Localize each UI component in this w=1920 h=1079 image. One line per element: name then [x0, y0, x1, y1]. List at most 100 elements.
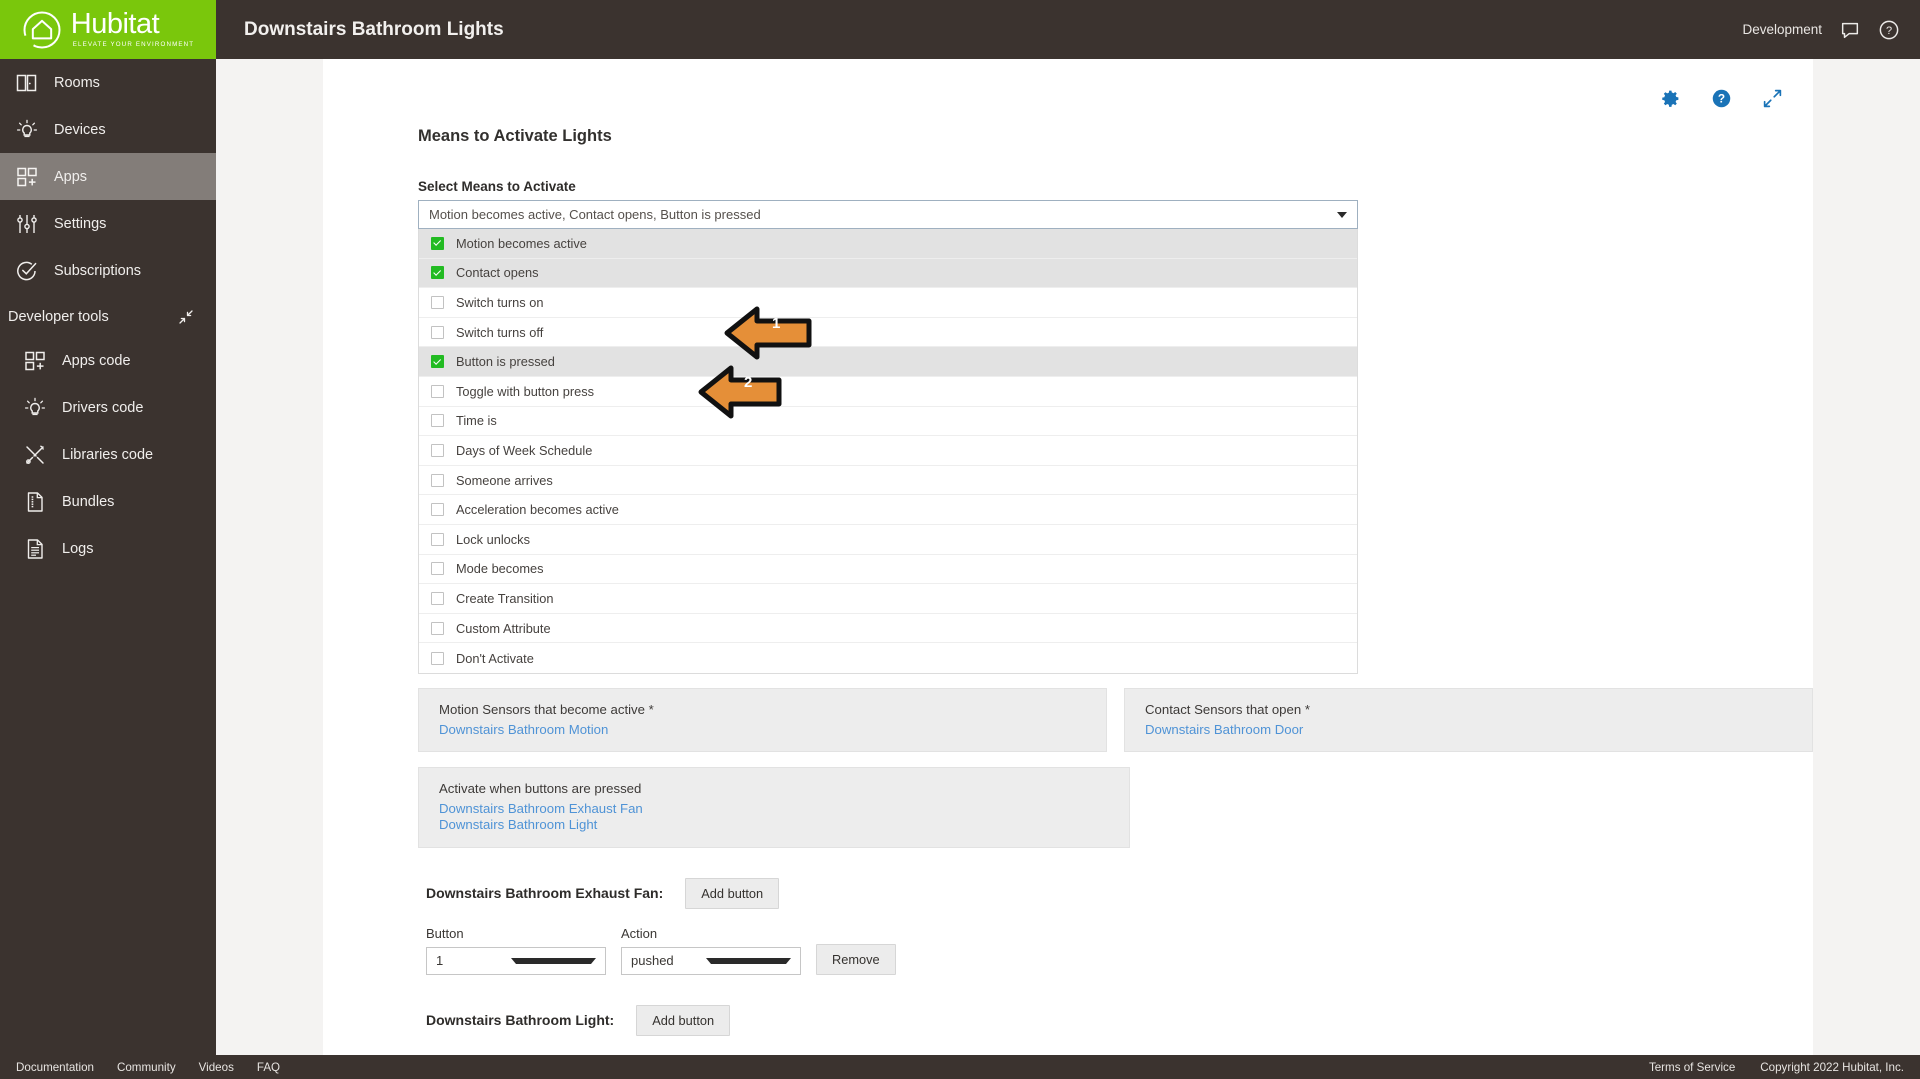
option-row[interactable]: Time is [419, 407, 1357, 437]
checkbox-unchecked-icon[interactable] [431, 651, 444, 665]
means-to-activate-select[interactable]: Motion becomes active, Contact opens, Bu… [418, 200, 1358, 229]
fullscreen-icon[interactable] [1762, 88, 1783, 109]
option-row[interactable]: Contact opens [419, 258, 1357, 289]
checkbox-unchecked-icon[interactable] [431, 532, 444, 546]
developer-tools-header[interactable]: Developer tools [0, 297, 216, 337]
sidebar-item-label: Drivers code [62, 399, 144, 416]
checkbox-unchecked-icon[interactable] [431, 621, 444, 635]
device-link[interactable]: Downstairs Bathroom Door [1145, 722, 1812, 738]
sidebar-item-label: Logs [62, 540, 94, 557]
option-label: Days of Week Schedule [456, 442, 593, 458]
panel-title: Motion Sensors that become active * [439, 701, 654, 717]
option-label: Create Transition [456, 590, 554, 606]
option-row[interactable]: Mode becomes [419, 555, 1357, 585]
option-row[interactable]: Motion becomes active [419, 229, 1357, 259]
brand-name: Hubitat [70, 8, 160, 41]
chevron-down-icon [706, 957, 791, 964]
option-label: Contact opens [456, 265, 539, 281]
collapse-arrows-icon[interactable] [178, 309, 194, 325]
main-content: ? Means to Activate Lights Select Means … [216, 59, 1920, 1079]
action-value: pushed [631, 953, 674, 969]
motion-sensors-panel[interactable]: Motion Sensors that become active * Down… [418, 687, 1107, 753]
footer-link[interactable]: Community [117, 1061, 176, 1074]
means-to-activate-option-list[interactable]: Motion becomes active Contact opens Switch… [418, 229, 1358, 674]
sidebar-item-rooms[interactable]: Rooms [0, 59, 216, 106]
chevron-down-icon [1337, 211, 1347, 218]
button-number-select[interactable]: 1 [426, 946, 606, 975]
option-label: Don't Activate [456, 650, 534, 666]
config-device-title: Downstairs Bathroom Light: [426, 1012, 615, 1029]
footer-links: Documentation Community Videos FAQ [16, 1061, 280, 1074]
option-row[interactable]: Don't Activate [419, 643, 1357, 673]
button-config-exhaust-fan: Downstairs Bathroom Exhaust Fan: Add but… [426, 877, 1813, 975]
action-select[interactable]: pushed [621, 946, 801, 975]
environment-label: Development [1742, 22, 1822, 37]
option-row[interactable]: Custom Attribute [419, 614, 1357, 644]
button-number-value: 1 [436, 953, 444, 969]
sidebar-item-apps[interactable]: Apps [0, 153, 216, 200]
footer-link[interactable]: Documentation [16, 1061, 94, 1074]
sidebar-item-libraries-code[interactable]: Libraries code [0, 431, 216, 478]
checkbox-unchecked-icon[interactable] [431, 562, 444, 576]
add-button-button[interactable]: Add button [685, 877, 780, 909]
apps-grid-icon [14, 164, 39, 189]
sidebar-item-label: Apps code [62, 352, 131, 369]
sidebar-item-subscriptions[interactable]: Subscriptions [0, 247, 216, 294]
footer-link[interactable]: FAQ [257, 1061, 280, 1074]
sidebar-item-label: Libraries code [62, 446, 154, 463]
remove-button[interactable]: Remove [816, 943, 896, 975]
sidebar-item-settings[interactable]: Settings [0, 200, 216, 247]
option-row[interactable]: Button is pressed [419, 347, 1357, 377]
checkbox-checked-icon[interactable] [431, 355, 444, 369]
chat-bubble-icon[interactable] [1839, 19, 1861, 41]
gear-icon[interactable] [1660, 88, 1681, 109]
brand-tagline: ELEVATE YOUR ENVIRONMENT [72, 41, 195, 49]
option-row[interactable]: Acceleration becomes active [419, 495, 1357, 525]
select-value: Motion becomes active, Contact opens, Bu… [429, 207, 761, 222]
sidebar-item-devices[interactable]: Devices [0, 106, 216, 153]
checkbox-unchecked-icon[interactable] [431, 591, 444, 605]
button-config-light: Downstairs Bathroom Light: Add button [426, 1004, 1813, 1036]
sidebar-item-drivers-code[interactable]: Drivers code [0, 384, 216, 431]
button-devices-panel[interactable]: Activate when buttons are pressed Downst… [418, 767, 1130, 848]
device-link[interactable]: Downstairs Bathroom Exhaust Fan [439, 801, 1129, 817]
sidebar-item-logs[interactable]: Logs [0, 525, 216, 572]
option-row[interactable]: Toggle with button press [419, 377, 1357, 407]
option-row[interactable]: Lock unlocks [419, 525, 1357, 555]
chevron-down-icon [511, 957, 596, 964]
checkbox-unchecked-icon[interactable] [431, 325, 444, 339]
option-label: Switch turns off [456, 324, 544, 340]
checkbox-unchecked-icon[interactable] [431, 384, 444, 398]
terms-of-service-link[interactable]: Terms of Service [1649, 1061, 1735, 1074]
option-row[interactable]: Switch turns off [419, 318, 1357, 348]
sliders-icon [14, 211, 39, 236]
option-row[interactable]: Days of Week Schedule [419, 436, 1357, 466]
tools-icon [22, 442, 47, 467]
checkbox-checked-icon[interactable] [431, 236, 444, 250]
sidebar-item-apps-code[interactable]: Apps code [0, 337, 216, 384]
device-link[interactable]: Downstairs Bathroom Light [439, 817, 1129, 833]
config-device-title: Downstairs Bathroom Exhaust Fan: [426, 885, 664, 902]
app-settings-card: ? Means to Activate Lights Select Means … [323, 59, 1813, 1079]
add-button-button[interactable]: Add button [636, 1004, 731, 1036]
help-icon[interactable]: ? [1711, 88, 1732, 109]
checkbox-unchecked-icon[interactable] [431, 443, 444, 457]
checkbox-unchecked-icon[interactable] [431, 503, 444, 517]
checkbox-unchecked-icon[interactable] [431, 473, 444, 487]
device-link[interactable]: Downstairs Bathroom Motion [439, 722, 1106, 738]
contact-sensors-panel[interactable]: Contact Sensors that open * Downstairs B… [1124, 687, 1813, 753]
checkbox-unchecked-icon[interactable] [431, 414, 444, 428]
lightbulb-icon [14, 117, 39, 142]
option-row[interactable]: Create Transition [419, 584, 1357, 614]
option-label: Mode becomes [456, 561, 544, 577]
document-icon [22, 536, 47, 561]
check-circle-icon [14, 258, 39, 283]
option-row[interactable]: Someone arrives [419, 466, 1357, 496]
footer-link[interactable]: Videos [199, 1061, 234, 1074]
sidebar-item-bundles[interactable]: Bundles [0, 478, 216, 525]
option-row[interactable]: Switch turns on [419, 288, 1357, 318]
brand-logo[interactable]: Hubitat ELEVATE YOUR ENVIRONMENT [0, 0, 216, 59]
checkbox-checked-icon[interactable] [431, 266, 444, 280]
checkbox-unchecked-icon[interactable] [431, 295, 444, 309]
help-circle-icon[interactable]: ? [1878, 19, 1900, 41]
